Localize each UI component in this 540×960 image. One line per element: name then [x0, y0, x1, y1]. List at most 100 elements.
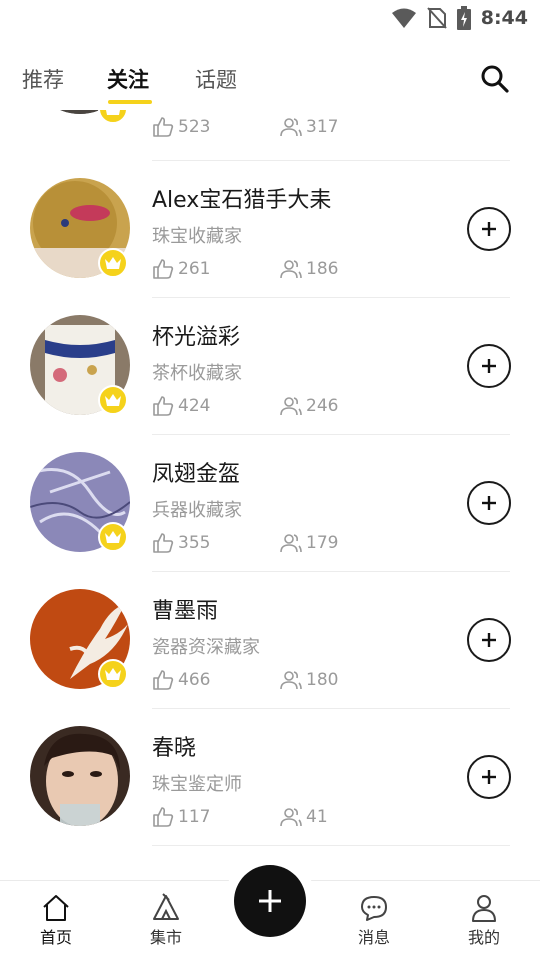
- status-time: 8:44: [480, 7, 528, 29]
- tab-following[interactable]: 关注: [107, 64, 149, 94]
- search-button[interactable]: [480, 64, 510, 94]
- nav-market-label: 集市: [149, 928, 182, 947]
- thumbs-up-icon: [153, 807, 174, 827]
- publish-button-wrap: [224, 855, 316, 947]
- crown-badge: [98, 522, 128, 552]
- crown-badge: [98, 110, 128, 124]
- follow-button[interactable]: [467, 618, 511, 662]
- followers-count: 246: [306, 396, 339, 416]
- users-icon: [280, 671, 302, 690]
- user-role: 瓷器资深藏家: [152, 637, 260, 658]
- plus-icon: [259, 890, 281, 912]
- followers-count: 179: [306, 533, 339, 553]
- followers-stat: 186: [280, 258, 338, 280]
- battery-charging-icon: [456, 6, 471, 30]
- list-item[interactable]: 凤翅金盔 兵器收藏家 355 179: [0, 452, 540, 589]
- follow-button[interactable]: [467, 755, 511, 799]
- likes-count: 466: [178, 670, 211, 690]
- list-item[interactable]: 春晓 珠宝鉴定师 117 41: [0, 726, 540, 863]
- list-item[interactable]: Alex宝石猎手大耒 珠宝收藏家 261 186: [0, 178, 540, 315]
- avatar[interactable]: [30, 726, 130, 826]
- user-role: 兵器收藏家: [152, 500, 242, 521]
- nav-home[interactable]: 首页: [16, 893, 96, 948]
- user-name[interactable]: 曹墨雨: [152, 593, 218, 625]
- likes-count: 523: [178, 117, 211, 137]
- tab-recommend[interactable]: 推荐: [22, 64, 64, 94]
- user-role: 茶杯收藏家: [152, 363, 242, 384]
- publish-button[interactable]: [234, 865, 306, 937]
- divider: [152, 297, 510, 298]
- plus-icon: [482, 222, 496, 236]
- plus-icon: [482, 633, 496, 647]
- likes-stat: 466: [152, 669, 210, 691]
- user-name[interactable]: 杯光溢彩: [152, 319, 240, 351]
- plus-icon: [482, 496, 496, 510]
- followers-count: 186: [306, 259, 339, 279]
- crown-icon: [105, 394, 121, 406]
- crown-icon: [105, 531, 121, 543]
- thumbs-up-icon: [153, 117, 174, 137]
- plus-icon: [482, 770, 496, 784]
- nav-market[interactable]: 集市: [126, 893, 206, 948]
- thumbs-up-icon: [153, 396, 174, 416]
- divider: [152, 571, 510, 572]
- plus-icon: [482, 359, 496, 373]
- nav-messages[interactable]: 消息: [334, 893, 414, 948]
- list-item[interactable]: 杯光溢彩 茶杯收藏家 424 246: [0, 315, 540, 452]
- thumbs-up-icon: [153, 670, 174, 690]
- users-icon: [280, 534, 302, 553]
- thumbs-up-icon: [153, 259, 174, 279]
- follow-button[interactable]: [467, 344, 511, 388]
- followers-count: 317: [306, 117, 339, 137]
- home-icon: [43, 895, 69, 921]
- likes-stat: 261: [152, 258, 210, 280]
- list-item[interactable]: 523 317: [0, 110, 540, 161]
- list-item[interactable]: 曹墨雨 瓷器资深藏家 466 180: [0, 589, 540, 726]
- thumbs-up-icon: [153, 533, 174, 553]
- nav-mine-label: 我的: [467, 928, 500, 947]
- users-icon: [280, 808, 302, 827]
- crown-icon: [105, 257, 121, 269]
- followers-stat: 246: [280, 395, 338, 417]
- top-tabs: 推荐 关注 话题: [0, 52, 540, 108]
- users-icon: [280, 260, 302, 279]
- crown-badge: [98, 659, 128, 689]
- followers-count: 41: [306, 807, 328, 827]
- likes-stat: 355: [152, 532, 210, 554]
- likes-stat: 424: [152, 395, 210, 417]
- nav-messages-label: 消息: [357, 928, 390, 947]
- crown-badge: [98, 385, 128, 415]
- followers-stat: 41: [280, 806, 328, 828]
- wifi-icon: [391, 8, 416, 28]
- bottom-nav: 首页 集市 消息 我的: [0, 855, 540, 960]
- tab-active-indicator: [108, 100, 152, 104]
- status-bar: 8:44: [0, 0, 540, 36]
- likes-count: 424: [178, 396, 211, 416]
- followers-stat: 317: [280, 116, 338, 138]
- likes-count: 355: [178, 533, 211, 553]
- user-name[interactable]: Alex宝石猎手大耒: [152, 182, 331, 214]
- likes-count: 261: [178, 259, 211, 279]
- crown-icon: [105, 668, 121, 680]
- nav-mine[interactable]: 我的: [444, 893, 524, 948]
- crown-badge: [98, 248, 128, 278]
- message-icon: [361, 896, 387, 921]
- crown-icon: [106, 110, 120, 115]
- tent-icon: [153, 893, 179, 920]
- user-name[interactable]: 春晓: [152, 730, 196, 762]
- tab-topics[interactable]: 话题: [195, 64, 237, 94]
- nav-home-label: 首页: [39, 928, 72, 947]
- user-role: 珠宝收藏家: [152, 226, 242, 247]
- users-icon: [280, 118, 302, 137]
- follow-button[interactable]: [467, 207, 511, 251]
- divider: [152, 434, 510, 435]
- users-icon: [280, 397, 302, 416]
- followers-count: 180: [306, 670, 339, 690]
- user-icon: [472, 895, 496, 922]
- divider: [152, 708, 510, 709]
- divider: [152, 845, 510, 846]
- no-sim-icon: [426, 7, 447, 29]
- user-role: 珠宝鉴定师: [152, 774, 242, 795]
- user-name[interactable]: 凤翅金盔: [152, 456, 240, 488]
- follow-button[interactable]: [467, 481, 511, 525]
